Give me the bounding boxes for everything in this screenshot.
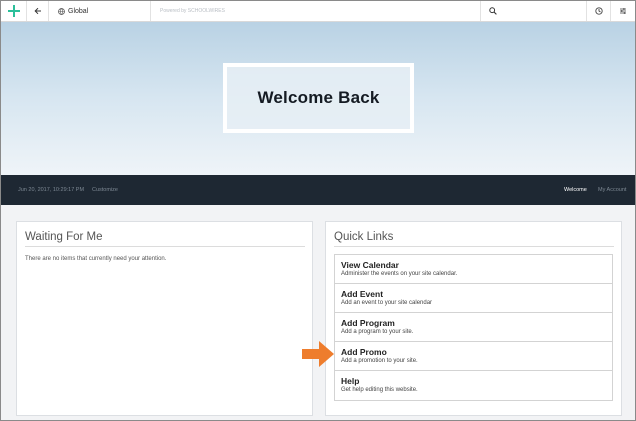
quick-link-add-event[interactable]: Add Event Add an event to your site cale… — [335, 284, 612, 313]
quick-link-title: Add Program — [341, 318, 395, 328]
quick-link-desc: Add a program to your site. — [341, 329, 414, 335]
globe-icon — [58, 7, 65, 15]
quick-link-title: View Calendar — [341, 260, 399, 270]
quick-link-add-promo[interactable]: Add Promo Add a promotion to your site. — [335, 342, 612, 371]
back-button[interactable] — [27, 1, 49, 21]
settings-button[interactable] — [611, 1, 635, 21]
site-selector[interactable]: Global — [49, 1, 151, 21]
welcome-title: Welcome Back — [257, 88, 380, 107]
settings-sliders-icon — [620, 8, 626, 14]
tab-my-account[interactable]: My Account — [598, 187, 626, 193]
pointer-arrow-icon — [302, 341, 334, 367]
hero-banner: Welcome Back — [1, 22, 635, 175]
powered-by: Powered by SCHOOLWIRES — [151, 1, 481, 21]
quick-link-desc: Administer the events on your site calen… — [341, 271, 458, 277]
back-arrow-icon — [33, 7, 41, 15]
welcome-box: Welcome Back — [223, 63, 414, 133]
plus-logo-icon — [7, 5, 20, 17]
quick-links-panel: Quick Links View Calendar Administer the… — [325, 221, 622, 416]
quick-link-desc: Add an event to your site calendar — [341, 300, 433, 306]
quick-link-help[interactable]: Help Get help editing this website. — [335, 371, 612, 400]
site-label: Global — [68, 7, 89, 15]
account-navbar: Jun 20, 2017, 10:29:17 PM Customize Welc… — [1, 175, 635, 205]
history-button[interactable] — [587, 1, 611, 21]
quick-link-desc: Get help editing this website. — [341, 387, 418, 393]
panel-title-waiting: Waiting For Me — [25, 231, 305, 247]
app-window: Global Powered by SCHOOLWIRES Welcome Ba… — [0, 0, 636, 421]
waiting-for-me-panel: Waiting For Me There are no items that c… — [16, 221, 313, 416]
history-icon — [594, 7, 603, 15]
quick-link-add-program[interactable]: Add Program Add a program to your site. — [335, 313, 612, 342]
customize-link[interactable]: Customize — [92, 187, 118, 193]
top-toolbar: Global Powered by SCHOOLWIRES — [1, 1, 635, 22]
quick-link-title: Help — [341, 376, 360, 386]
panel-title-quick-links: Quick Links — [334, 231, 614, 247]
quick-link-desc: Add a promotion to your site. — [341, 358, 418, 364]
logo-button[interactable] — [1, 1, 27, 21]
quick-link-title: Add Promo — [341, 347, 387, 357]
quick-link-title: Add Event — [341, 289, 384, 299]
search-button[interactable] — [481, 1, 587, 21]
quick-links-list: View Calendar Administer the events on y… — [334, 254, 613, 401]
powered-by-text: Powered by SCHOOLWIRES — [160, 8, 225, 14]
empty-message: There are no items that currently need y… — [25, 256, 167, 262]
tab-welcome[interactable]: Welcome — [564, 187, 587, 193]
search-icon — [489, 7, 497, 15]
datetime-text: Jun 20, 2017, 10:29:17 PM — [18, 187, 85, 193]
quick-link-view-calendar[interactable]: View Calendar Administer the events on y… — [335, 255, 612, 284]
